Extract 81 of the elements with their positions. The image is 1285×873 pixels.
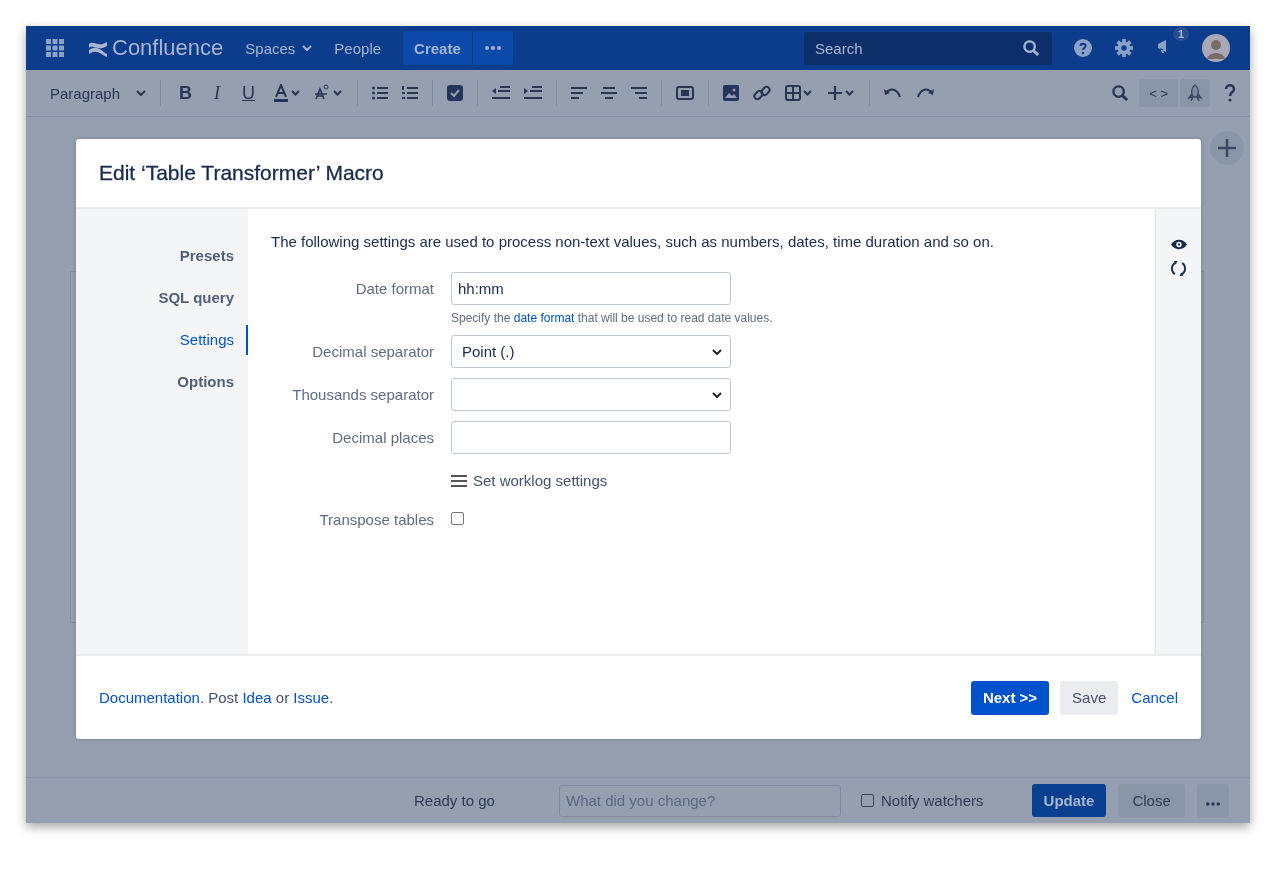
layout-icon[interactable] [676, 86, 695, 100]
numbered-list-icon[interactable] [402, 86, 419, 100]
underline-button[interactable]: U [238, 82, 260, 104]
eye-icon[interactable] [1170, 239, 1187, 250]
settings-icon[interactable] [1115, 39, 1133, 57]
rocket-icon [1187, 84, 1203, 102]
chevron-down-icon [712, 348, 722, 355]
insert-plus-icon[interactable] [827, 85, 856, 101]
search-icon[interactable] [1112, 84, 1130, 102]
chevron-down-icon [712, 391, 722, 398]
sidebar-tab[interactable]: SQL query [76, 283, 248, 313]
bold-button[interactable]: B [175, 82, 197, 104]
help-icon[interactable] [1074, 39, 1092, 57]
chevron-down-icon [136, 90, 147, 96]
more-button[interactable] [1196, 784, 1229, 817]
create-button[interactable]: Create [403, 31, 472, 65]
next-button[interactable]: Next >> [970, 680, 1050, 715]
close-button[interactable]: Close [1118, 784, 1185, 817]
rocket-button[interactable] [1180, 79, 1210, 107]
cancel-link[interactable]: Cancel [1129, 680, 1178, 715]
sidebar-tab[interactable]: Settings [76, 325, 248, 355]
more-icon [1205, 802, 1220, 806]
text-field[interactable]: hh:mm [451, 272, 731, 305]
align-right-icon[interactable] [631, 87, 648, 99]
help-icon[interactable] [1224, 84, 1236, 102]
description-text: The following settings are used to process non-text values, such as numbers, dates, time duration and so on. [271, 233, 995, 250]
update-button[interactable]: Update [1031, 784, 1107, 817]
add-button[interactable] [1210, 131, 1244, 165]
undo-icon[interactable] [884, 87, 903, 99]
checkbox[interactable] [861, 794, 874, 807]
help-text: Specify the date format that will be used to read date values. [451, 311, 774, 325]
outdent-icon[interactable] [492, 86, 511, 100]
nav-link[interactable]: People [334, 39, 382, 57]
chevron-down-icon [302, 45, 313, 51]
redo-icon[interactable] [916, 87, 935, 99]
status-text: Ready to go [414, 792, 496, 809]
paragraph-style-dropdown[interactable]: Paragraph [50, 84, 147, 102]
align-left-icon[interactable] [571, 87, 588, 99]
image-icon[interactable] [723, 85, 740, 101]
app-switcher-icon[interactable] [46, 39, 64, 57]
text-field[interactable] [451, 421, 731, 454]
notification-badge: 1 [1173, 27, 1190, 41]
avatar[interactable] [1202, 34, 1230, 62]
search-field[interactable]: Search [804, 31, 1052, 65]
field-label: Decimal separator [311, 342, 434, 360]
more-icon [484, 46, 501, 50]
field-label: Decimal places [331, 428, 434, 446]
footer-link[interactable]: Idea [242, 689, 272, 706]
sidebar-tab[interactable]: Options [76, 367, 248, 397]
table-icon[interactable] [785, 85, 814, 101]
indent-icon[interactable] [524, 86, 543, 100]
menu-icon [451, 474, 467, 487]
save-button[interactable]: Save [1060, 680, 1119, 715]
footer-link[interactable]: Documentation [99, 689, 200, 706]
search-icon [1023, 39, 1040, 57]
logo-text[interactable]: Confluence [112, 35, 224, 61]
field-label: Transpose tables [318, 510, 434, 528]
worklog-settings-link[interactable]: Set worklog settings [451, 464, 871, 493]
text-format-icon[interactable] [315, 84, 344, 102]
comment-field[interactable]: What did you change? [559, 784, 841, 817]
italic-button[interactable]: I [210, 82, 225, 104]
logo-icon [88, 39, 108, 57]
field-label: Thousands separator [291, 385, 434, 403]
text-color-icon[interactable] [273, 84, 302, 102]
bullet-list-icon[interactable] [372, 86, 389, 100]
select-field[interactable]: Point (.) [451, 335, 731, 368]
select-field[interactable] [451, 378, 731, 411]
field-label: Date format [354, 279, 434, 297]
footer-link[interactable]: Issue [293, 689, 330, 706]
task-checkbox-icon[interactable] [447, 85, 464, 101]
checkbox-label: Notify watchers [881, 792, 984, 809]
refresh-icon[interactable] [1171, 260, 1186, 277]
source-editor-button[interactable]: < > [1139, 79, 1178, 107]
sidebar-tab[interactable]: Presets [76, 241, 248, 271]
checkbox[interactable] [451, 512, 464, 525]
link-icon[interactable] [753, 84, 772, 102]
date-format-link[interactable]: date format [513, 311, 575, 325]
nav-link[interactable]: Spaces [245, 39, 313, 57]
align-center-icon[interactable] [601, 87, 618, 99]
footer-text: Documentation. Post Idea or Issue. [99, 689, 334, 706]
more-button[interactable] [472, 31, 513, 65]
